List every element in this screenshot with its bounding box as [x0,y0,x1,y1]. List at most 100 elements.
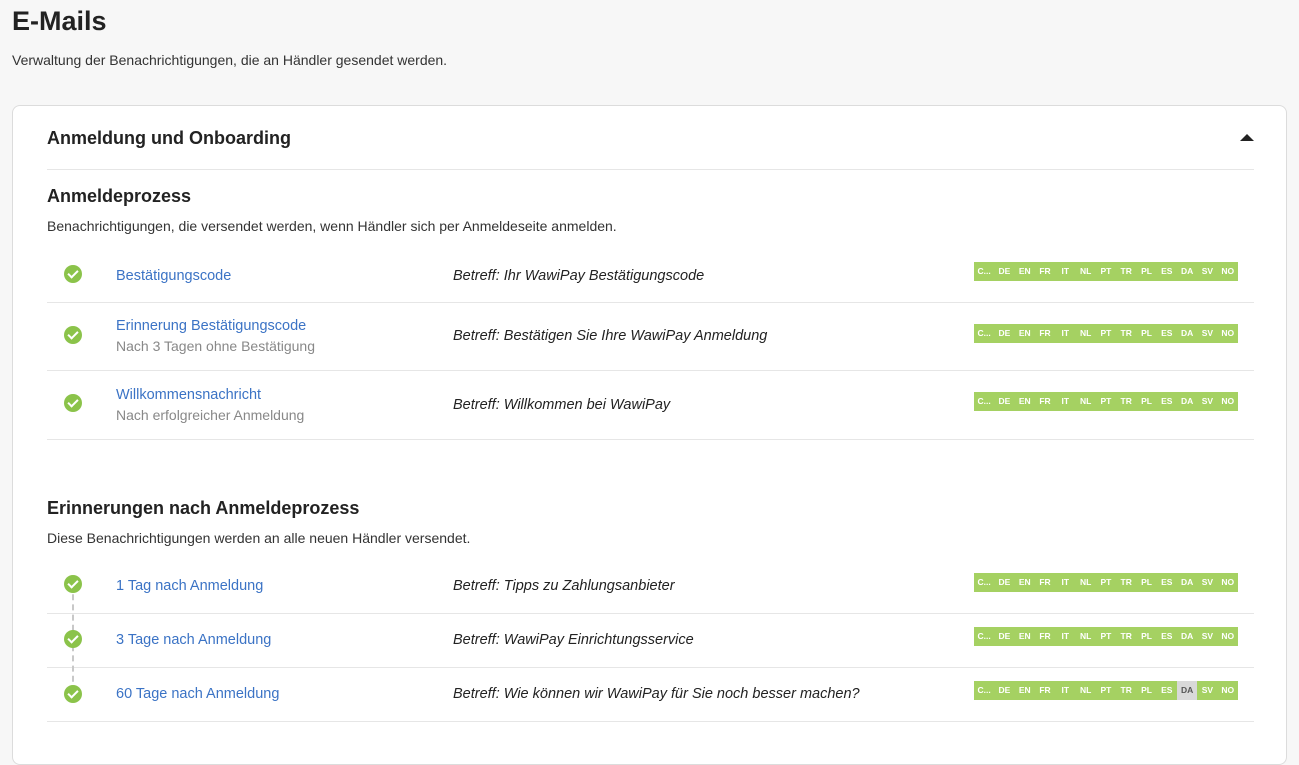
language-badge[interactable]: ES [1156,681,1177,700]
language-badge[interactable]: EN [1014,324,1035,343]
language-badge[interactable]: ES [1156,324,1177,343]
language-badge[interactable]: TR [1116,681,1137,700]
language-badge[interactable]: ES [1156,573,1177,592]
language-badge[interactable]: C... [974,324,995,343]
check-circle-icon [64,265,82,283]
notification-link[interactable]: 60 Tage nach Anmeldung [116,685,279,703]
language-badge[interactable]: NO [1217,627,1238,646]
language-badge[interactable]: PL [1136,262,1157,281]
language-badge[interactable]: C... [974,262,995,281]
notification-subject: Betreff: Willkommen bei WawiPay [453,397,671,413]
language-badge[interactable]: FR [1034,627,1056,646]
notification-subject: Betreff: Tipps zu Zahlungsanbieter [453,578,675,594]
language-badge[interactable]: SV [1197,681,1218,700]
language-badge[interactable]: SV [1197,627,1218,646]
language-badge[interactable]: TR [1116,392,1137,411]
language-badge[interactable]: PT [1095,324,1117,343]
language-badge[interactable]: SV [1197,573,1218,592]
caret-up-icon[interactable] [1240,134,1254,141]
check-circle-icon [64,326,82,344]
language-badge[interactable]: FR [1034,262,1056,281]
language-badge[interactable]: NO [1217,262,1238,281]
notification-list-erinnerungen: 1 Tag nach Anmeldung Betreff: Tipps zu Z… [47,560,1254,722]
language-badge[interactable]: PT [1095,681,1117,700]
check-circle-icon [64,394,82,412]
language-badge[interactable]: ES [1156,262,1177,281]
language-badge[interactable]: DA [1176,627,1198,646]
section-description-erinnerungen: Diese Benachrichtigungen werden an alle … [47,530,471,546]
language-badge[interactable]: NL [1075,573,1096,592]
notification-link[interactable]: Willkommensnachricht [116,386,304,404]
language-badge[interactable]: EN [1014,627,1035,646]
language-badge[interactable]: C... [974,392,995,411]
language-badges: C... DE EN FR IT NL PT TR PL ES DA SV NO [974,392,1238,411]
notification-link[interactable]: Bestätigungscode [116,267,231,285]
language-badge[interactable]: C... [974,681,995,700]
language-badge[interactable]: FR [1034,681,1056,700]
language-badge[interactable]: ES [1156,392,1177,411]
language-badge[interactable]: SV [1197,324,1218,343]
language-badge[interactable]: EN [1014,392,1035,411]
language-badge[interactable]: NL [1075,262,1096,281]
notification-row: 1 Tag nach Anmeldung Betreff: Tipps zu Z… [47,560,1254,614]
notification-link[interactable]: Erinnerung Bestätigungscode [116,317,315,335]
language-badge[interactable]: PT [1095,262,1117,281]
language-badge[interactable]: DA [1176,573,1198,592]
notification-subject: Betreff: Wie können wir WawiPay für Sie … [453,686,860,702]
language-badge[interactable]: TR [1116,324,1137,343]
language-badge[interactable]: DA [1176,681,1198,700]
language-badge[interactable]: PL [1136,324,1157,343]
language-badge[interactable]: IT [1055,262,1076,281]
language-badge[interactable]: SV [1197,392,1218,411]
language-badge[interactable]: IT [1055,324,1076,343]
language-badge[interactable]: NL [1075,392,1096,411]
language-badge[interactable]: DE [994,573,1015,592]
check-circle-icon [64,685,82,703]
language-badges: C... DE EN FR IT NL PT TR PL ES DA SV NO [974,324,1238,343]
language-badge[interactable]: EN [1014,262,1035,281]
card-title: Anmeldung und Onboarding [47,128,291,148]
notification-link[interactable]: 1 Tag nach Anmeldung [116,577,263,595]
language-badge[interactable]: NO [1217,681,1238,700]
language-badge[interactable]: IT [1055,627,1076,646]
language-badge[interactable]: NL [1075,324,1096,343]
language-badge[interactable]: EN [1014,681,1035,700]
card-header-toggle[interactable]: Anmeldung und Onboarding [47,106,1254,170]
language-badge[interactable]: FR [1034,573,1056,592]
language-badge[interactable]: NO [1217,573,1238,592]
language-badge[interactable]: IT [1055,681,1076,700]
language-badge[interactable]: DA [1176,324,1198,343]
language-badge[interactable]: NL [1075,627,1096,646]
language-badge[interactable]: DA [1176,392,1198,411]
language-badge[interactable]: PL [1136,627,1157,646]
language-badge[interactable]: PT [1095,573,1117,592]
language-badge[interactable]: SV [1197,262,1218,281]
language-badge[interactable]: PT [1095,392,1117,411]
language-badge[interactable]: IT [1055,573,1076,592]
language-badge[interactable]: NO [1217,324,1238,343]
language-badge[interactable]: EN [1014,573,1035,592]
language-badge[interactable]: PL [1136,573,1157,592]
language-badge[interactable]: IT [1055,392,1076,411]
language-badge[interactable]: NL [1075,681,1096,700]
language-badge[interactable]: DA [1176,262,1198,281]
language-badge[interactable]: ES [1156,627,1177,646]
language-badge[interactable]: C... [974,627,995,646]
language-badge[interactable]: NO [1217,392,1238,411]
notification-link[interactable]: 3 Tage nach Anmeldung [116,631,271,649]
language-badge[interactable]: DE [994,262,1015,281]
language-badge[interactable]: DE [994,392,1015,411]
check-circle-icon [64,630,82,648]
language-badge[interactable]: TR [1116,573,1137,592]
language-badge[interactable]: FR [1034,392,1056,411]
language-badge[interactable]: PL [1136,681,1157,700]
language-badge[interactable]: TR [1116,262,1137,281]
language-badge[interactable]: C... [974,573,995,592]
language-badge[interactable]: TR [1116,627,1137,646]
language-badge[interactable]: DE [994,324,1015,343]
language-badge[interactable]: DE [994,681,1015,700]
language-badge[interactable]: DE [994,627,1015,646]
language-badge[interactable]: PT [1095,627,1117,646]
language-badge[interactable]: PL [1136,392,1157,411]
language-badge[interactable]: FR [1034,324,1056,343]
